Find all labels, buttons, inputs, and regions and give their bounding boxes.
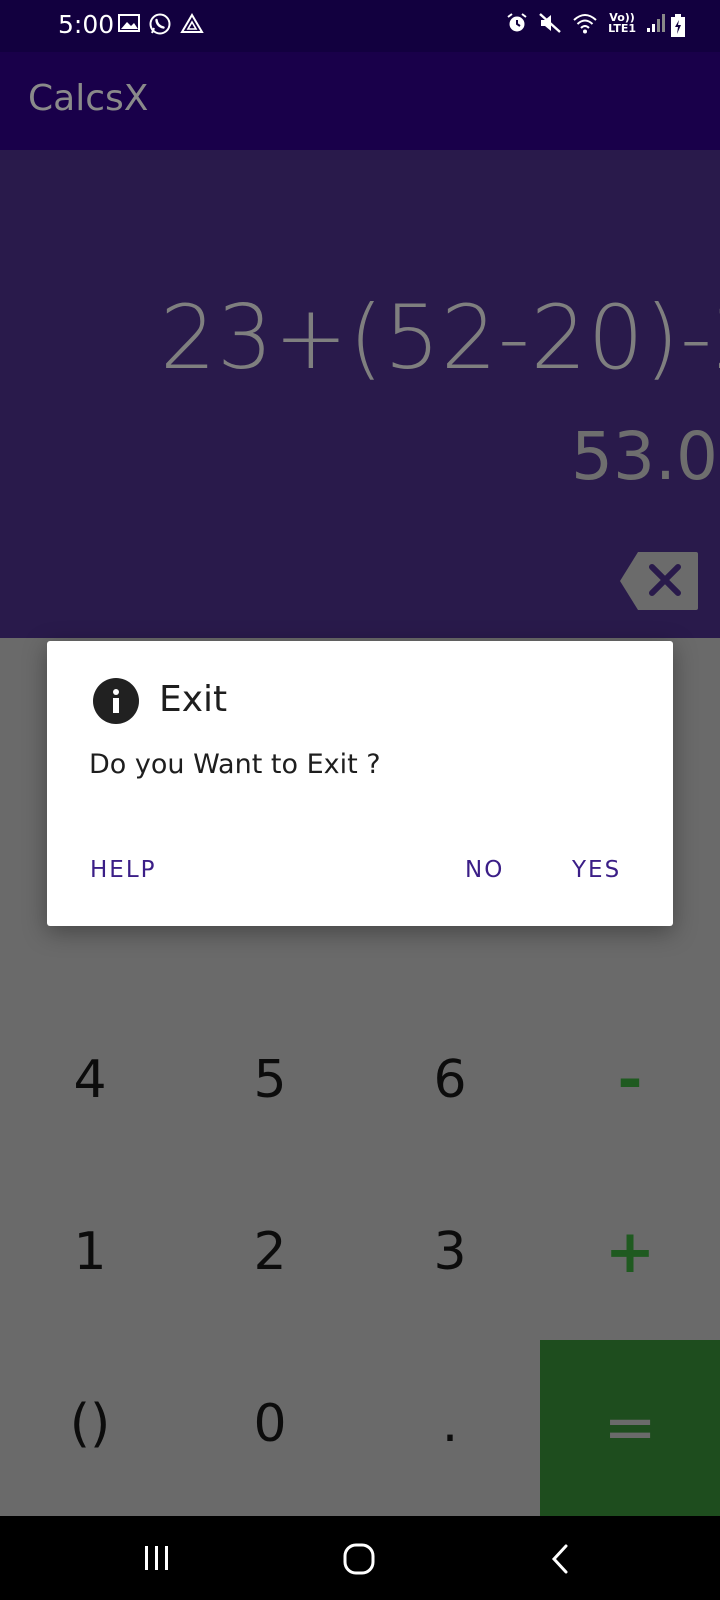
status-bar: 5:00 Vo)) LTE1: [0, 0, 720, 52]
key-decimal[interactable]: .: [360, 1338, 540, 1510]
key-plus[interactable]: +: [540, 1166, 720, 1338]
recent-apps-icon[interactable]: [142, 1542, 172, 1574]
key-0[interactable]: 0: [180, 1338, 360, 1510]
status-system-icons: Vo)) LTE1: [506, 12, 668, 34]
lte-label: LTE1: [608, 22, 636, 35]
status-time: 5:00: [58, 10, 115, 39]
info-icon: [93, 678, 139, 724]
dialog-message: Do you Want to Exit ?: [89, 749, 381, 780]
key-equals[interactable]: =: [540, 1340, 720, 1516]
status-notification-icons: [118, 12, 204, 36]
mute-icon: [539, 13, 561, 33]
key-6[interactable]: 6: [360, 994, 540, 1166]
gallery-icon: [118, 14, 140, 32]
volte-lte-icon: Vo)) LTE1: [608, 12, 636, 34]
expression-text[interactable]: 23+(52-20)-2: [160, 286, 720, 389]
back-icon[interactable]: [548, 1542, 572, 1576]
result-text: 53.0: [571, 418, 718, 495]
key-minus[interactable]: -: [540, 994, 720, 1166]
calculator-display: 23+(52-20)-2 53.0: [0, 150, 720, 638]
backspace-icon[interactable]: [618, 550, 700, 612]
no-button[interactable]: NO: [465, 857, 504, 883]
key-1[interactable]: 1: [0, 1166, 180, 1338]
home-icon[interactable]: [342, 1542, 376, 1576]
app-title: CalcsX: [28, 78, 149, 119]
key-4[interactable]: 4: [0, 994, 180, 1166]
whatsapp-icon: [149, 13, 171, 35]
alarm-icon: [507, 13, 527, 32]
navigation-bar: [0, 1516, 720, 1600]
drive-icon: [180, 13, 204, 33]
key-2[interactable]: 2: [180, 1166, 360, 1338]
dialog-title: Exit: [159, 679, 228, 720]
signal-icon: [647, 14, 665, 32]
wifi-icon: [573, 14, 597, 34]
help-button[interactable]: HELP: [90, 857, 157, 883]
yes-button[interactable]: YES: [572, 857, 621, 883]
exit-dialog: Exit Do you Want to Exit ? HELP NO YES: [47, 641, 673, 926]
app-bar: CalcsX: [0, 52, 720, 150]
key-3[interactable]: 3: [360, 1166, 540, 1338]
key-parentheses[interactable]: (): [0, 1338, 180, 1510]
battery-charging-icon: [671, 14, 685, 37]
key-5[interactable]: 5: [180, 994, 360, 1166]
